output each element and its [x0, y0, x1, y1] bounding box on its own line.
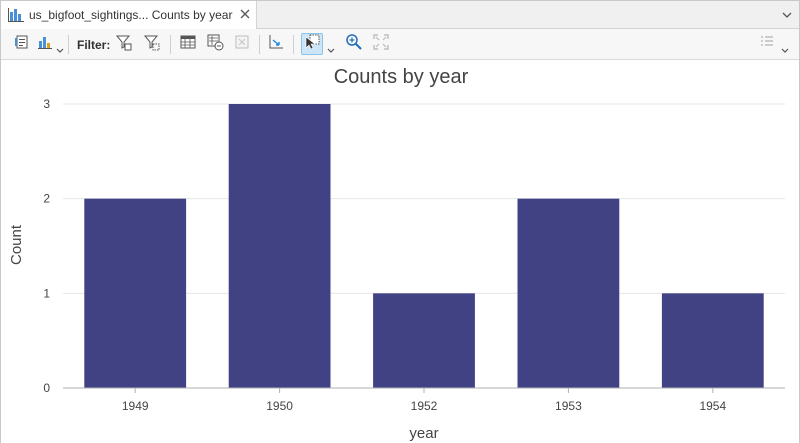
properties-button[interactable] [11, 33, 33, 55]
sort-axis-icon [267, 33, 285, 56]
x-tick-label: 1952 [411, 399, 438, 413]
chevron-down-icon[interactable] [327, 41, 335, 53]
switch-selection-button[interactable] [204, 33, 226, 55]
tab-chart[interactable]: us_bigfoot_sightings... Counts by year [1, 1, 257, 29]
tab-title: us_bigfoot_sightings... Counts by year [29, 8, 233, 22]
select-pointer-icon [303, 33, 321, 56]
chart-window: us_bigfoot_sightings... Counts by year F… [0, 0, 800, 443]
zoom-in-button[interactable] [343, 33, 365, 55]
x-tick-label: 1954 [699, 399, 726, 413]
chart-area: 0 1 2 3 1949 1950 1952 1953 1954 Counts by year … [1, 61, 799, 443]
toolbar-divider [259, 35, 260, 54]
table-button[interactable] [177, 33, 199, 55]
filter-selection-icon [143, 33, 161, 56]
bar-1949[interactable] [84, 198, 187, 388]
x-tick-label: 1950 [266, 399, 293, 413]
filter-extent-icon [115, 33, 133, 56]
bar-chart-icon [37, 34, 53, 55]
chevron-down-icon[interactable] [781, 41, 789, 53]
x-tick-label: 1949 [122, 399, 149, 413]
full-extent-icon [372, 33, 390, 56]
bar-chart: 01231949 1950 1952 1953 1954 Counts by year … [8, 66, 785, 442]
full-extent-button[interactable] [370, 33, 392, 55]
table-icon [180, 34, 196, 55]
toolbar-divider [170, 35, 171, 54]
bar-1953[interactable] [517, 198, 620, 388]
x-axis-title: year [409, 425, 438, 442]
bar-1954[interactable] [661, 293, 764, 388]
clear-selection-icon [234, 34, 250, 55]
chevron-down-icon[interactable] [56, 41, 64, 53]
y-tick-label: 2 [43, 192, 50, 206]
toolbar-divider [68, 35, 69, 54]
chart-toolbar: Filter: [1, 29, 799, 60]
chart-title: Counts by year [334, 66, 469, 88]
bar-1952[interactable] [373, 293, 475, 388]
list-icon [759, 34, 775, 55]
sort-button[interactable] [265, 33, 287, 55]
bar-chart-icon [7, 6, 25, 24]
switch-selection-icon [206, 33, 224, 56]
close-icon[interactable] [237, 6, 253, 22]
chart-type-button[interactable] [34, 33, 56, 55]
select-tool-button[interactable] [301, 33, 323, 55]
zoom-in-icon [345, 33, 363, 56]
list-options-button[interactable] [756, 33, 778, 55]
chevron-down-icon[interactable] [781, 8, 793, 20]
filter-extent-button[interactable] [113, 33, 135, 55]
y-axis-title: Count [8, 224, 25, 265]
bar-1950[interactable] [228, 104, 331, 388]
x-tick-label: 1953 [555, 399, 582, 413]
y-tick-label: 0 [43, 381, 50, 395]
filter-selection-button[interactable] [141, 33, 163, 55]
clear-selection-button[interactable] [231, 33, 253, 55]
y-tick-label: 3 [43, 97, 50, 111]
toolbar-divider [293, 35, 294, 54]
y-tick-label: 1 [43, 286, 50, 300]
tab-strip: us_bigfoot_sightings... Counts by year [1, 1, 799, 29]
filter-label: Filter: [77, 38, 111, 52]
properties-icon [14, 34, 30, 55]
